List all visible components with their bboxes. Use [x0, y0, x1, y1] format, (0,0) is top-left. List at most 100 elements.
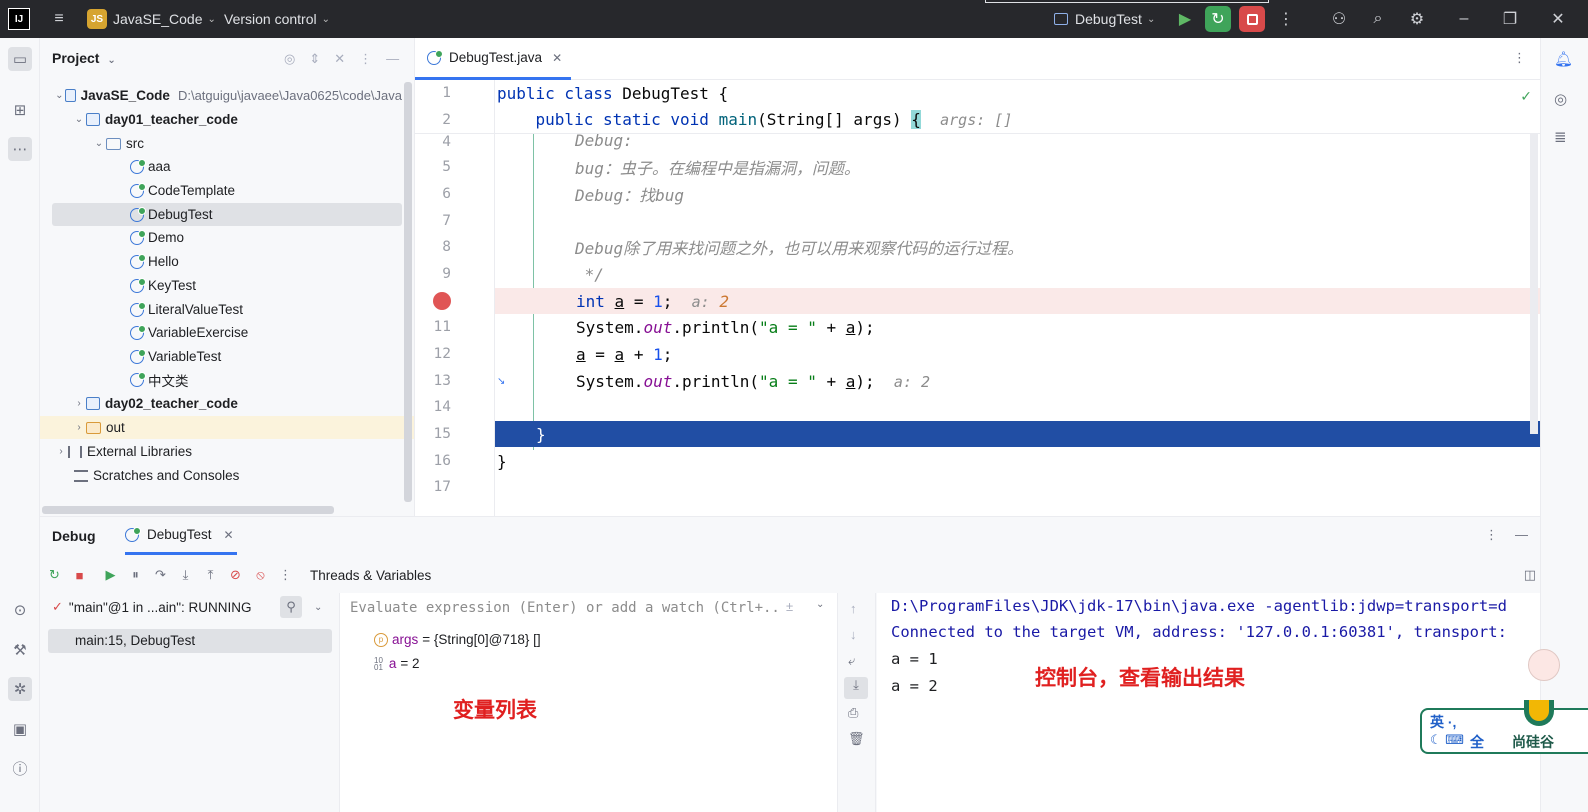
threads-variables-label[interactable]: Threads & Variables [310, 568, 431, 583]
tree-class-item[interactable]: Hello [40, 250, 402, 273]
avatar[interactable] [1528, 649, 1560, 681]
main-menu-button[interactable]: ≡ [46, 0, 72, 38]
build-hammer-icon[interactable]: ⚒ [8, 638, 32, 662]
code-line[interactable]: 13 ↘ System.out.println("a = " + a); a: … [415, 368, 1540, 395]
code-line[interactable]: 11 System.out.println("a = " + a); [415, 314, 1540, 341]
code-line[interactable]: 14 [415, 394, 1540, 421]
more-icon[interactable]: ⋮ [273, 564, 298, 586]
project-panel-header[interactable]: Project ⌄ [52, 50, 116, 66]
layout-icon[interactable]: ◫ [1524, 567, 1536, 583]
code-line[interactable]: 12 a = a + 1; [415, 341, 1540, 368]
editor-options-icon[interactable]: ⋮ [1513, 50, 1526, 66]
up-arrow-icon[interactable]: ↑ [850, 601, 857, 616]
database-icon[interactable]: ≣ [1554, 128, 1567, 146]
close-tab-icon[interactable]: ✕ [552, 51, 562, 65]
code-line-breakpoint[interactable]: 10 int a = 1; a: 2 [415, 288, 1540, 315]
close-tab-icon[interactable]: ✕ [224, 528, 234, 542]
add-user-icon[interactable]: ⚇ [1326, 6, 1352, 32]
project-switcher[interactable]: JS JavaSE_Code ⌄ [87, 0, 216, 38]
tree-root[interactable]: ⌄ JavaSE_Code D:\atguigu\javaee\Java0625… [40, 84, 402, 107]
thread-selector[interactable]: ✓ "main"@1 in ...ain": RUNNING ⚲ ⌄ [52, 596, 336, 618]
down-arrow-icon[interactable]: ↓ [850, 627, 857, 642]
tree-class-item[interactable]: Demo [40, 226, 402, 249]
stop-icon[interactable]: ■ [67, 564, 92, 586]
chevron-down-icon[interactable]: ⌄ [816, 599, 824, 610]
close-icon[interactable]: ✕ [1545, 6, 1571, 32]
console-output[interactable]: D:\ProgramFiles\JDK\jdk-17\bin\java.exe … [877, 593, 1560, 812]
horizontal-scrollbar[interactable] [42, 506, 334, 514]
variable-row[interactable]: 10 01 a = 2 [374, 656, 420, 671]
tree-scratches[interactable]: Scratches and Consoles [40, 464, 402, 487]
tree-external-libraries[interactable]: › External Libraries [40, 440, 402, 463]
tree-out-folder[interactable]: › out [40, 416, 414, 439]
check-ok-icon[interactable]: ✓ [1520, 88, 1532, 105]
mute-breakpoints-icon[interactable]: ⦸ [248, 564, 273, 586]
code-line[interactable]: 7 [415, 208, 1540, 235]
ai-assistant-icon[interactable]: ◎ [1554, 90, 1567, 108]
tree-class-item[interactable]: VariableTest [40, 345, 402, 368]
stop-button[interactable] [1239, 6, 1265, 32]
collapse-icon[interactable]: ✕ [334, 51, 345, 67]
tree-class-item[interactable]: CodeTemplate [40, 179, 402, 202]
problems-icon[interactable]: ⓘ [8, 756, 32, 780]
app-logo[interactable]: IJ [8, 0, 30, 38]
resume-program-icon[interactable]: ▶ [98, 564, 123, 586]
more-tools-icon[interactable]: ⋯ [8, 137, 32, 161]
code-line[interactable]: 17 [415, 474, 1540, 501]
print-icon[interactable]: ⎙ [848, 705, 858, 721]
code-line[interactable]: 2 public static void main(String[] args)… [415, 107, 1540, 134]
resume-icon[interactable]: ▶ [1172, 6, 1198, 32]
code-line[interactable]: 16 } [415, 448, 1540, 475]
tree-module-day02[interactable]: › day02_teacher_code [40, 392, 402, 415]
tree-class-item[interactable]: VariableExercise [40, 321, 402, 344]
filter-icon[interactable]: ⚲ [280, 596, 302, 618]
hide-panel-icon[interactable]: — [1515, 527, 1528, 542]
step-into-icon[interactable]: ⤓ [173, 564, 198, 586]
code-line[interactable]: 4 Debug: [415, 134, 1540, 150]
expand-icon[interactable]: ⇕ [309, 51, 320, 67]
search-icon[interactable]: ⌕ [1365, 6, 1391, 32]
debug-session-tab[interactable]: DebugTest ✕ [125, 517, 237, 555]
rerun-icon[interactable]: ↻ [42, 564, 67, 586]
project-folder-icon[interactable]: ▭ [8, 47, 32, 71]
add-watch-icon[interactable]: ± [786, 599, 793, 614]
run-config-selector[interactable]: DebugTest ⌄ [1054, 0, 1155, 38]
code-line[interactable]: 6 Debug：找bug [415, 181, 1540, 208]
code-line-current[interactable]: 15 } [415, 421, 1540, 448]
variable-row[interactable]: p args = {String[0]@718} [] [374, 632, 541, 647]
stack-frame-selected[interactable]: main:15, DebugTest [48, 629, 332, 653]
hide-icon[interactable]: — [386, 51, 399, 67]
rerun-debug-button[interactable]: ↻ [1205, 6, 1231, 32]
scroll-to-end-icon[interactable]: ⤓ [844, 677, 868, 699]
notifications-icon[interactable]: 🔔︎ [1554, 50, 1573, 68]
terminal-icon[interactable]: ▣ [8, 717, 32, 741]
step-out-icon[interactable]: ⤒ [198, 564, 223, 586]
debug-bug-icon[interactable]: ✲ [8, 677, 32, 701]
chevron-down-icon[interactable]: ⌄ [314, 602, 322, 613]
structure-icon[interactable]: ⊞ [8, 98, 32, 122]
code-line[interactable]: 1 public class DebugTest { [415, 80, 1540, 107]
soft-wrap-icon[interactable]: ⤶ [848, 653, 855, 669]
ime-widget[interactable]: 英 ·, ☾ ⌨ 全 尚硅谷 [1420, 700, 1588, 754]
tree-src[interactable]: ⌄ src [40, 132, 402, 155]
pause-icon[interactable]: ⏸ [123, 564, 148, 586]
tree-class-item-selected[interactable]: DebugTest [52, 203, 402, 226]
view-breakpoints-icon[interactable]: ⊘ [223, 564, 248, 586]
locate-icon[interactable]: ◎ [284, 51, 295, 67]
more-actions-icon[interactable]: ⋮ [1273, 6, 1299, 32]
restore-icon[interactable]: ❐ [1497, 6, 1523, 32]
debug-options-icon[interactable]: ⋮ [1485, 527, 1498, 543]
evaluate-expression-input[interactable]: Evaluate expression (Enter) or add a wat… [350, 600, 780, 616]
tree-module-day01[interactable]: ⌄ day01_teacher_code [40, 108, 402, 131]
tree-class-item[interactable]: 中文类 [40, 368, 402, 391]
tree-class-item[interactable]: LiteralValueTest [40, 298, 402, 321]
code-line[interactable]: 8 Debug除了用来找问题之外，也可以用来观察代码的运行过程。 [415, 234, 1540, 261]
trash-icon[interactable]: 🗑︎ [848, 731, 865, 747]
services-icon[interactable]: ⊙ [8, 598, 32, 622]
options-icon[interactable]: ⋮ [359, 51, 372, 67]
code-line[interactable]: 9 */ [415, 261, 1540, 288]
step-over-icon[interactable]: ↷ [148, 564, 173, 586]
vertical-scrollbar[interactable] [404, 82, 412, 502]
editor-scrollbar[interactable] [1530, 134, 1538, 434]
tab-debugtest[interactable]: DebugTest.java ✕ [415, 38, 571, 80]
